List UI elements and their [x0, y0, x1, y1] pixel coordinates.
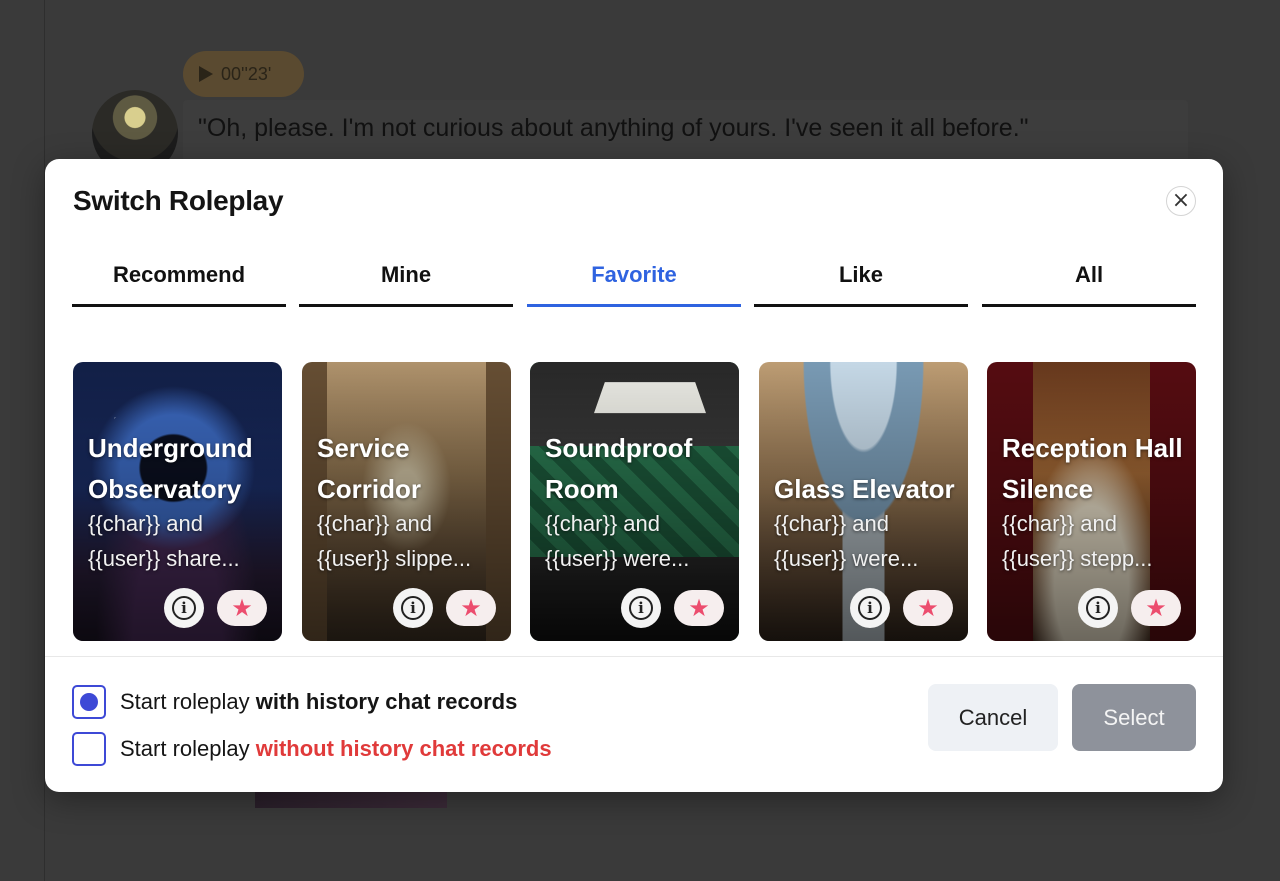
star-icon: ★: [917, 594, 939, 622]
with-history-emphasis: with history chat records: [255, 689, 518, 714]
tab-recommend[interactable]: Recommend: [72, 254, 286, 307]
play-icon: [199, 66, 213, 82]
info-button[interactable]: i: [1078, 588, 1118, 628]
with-history-prefix: Start roleplay: [120, 689, 256, 714]
tab-favorite[interactable]: Favorite: [527, 254, 741, 307]
roleplay-card-underground-observatory[interactable]: Underground Observatory {{char}} and {{u…: [73, 362, 282, 641]
dialog-title: Switch Roleplay: [73, 185, 284, 216]
star-icon: ★: [231, 594, 253, 622]
card-description-line: {{user}} were...: [545, 546, 690, 571]
tab-mine[interactable]: Mine: [299, 254, 513, 307]
roleplay-card-service-corridor[interactable]: Service Corridor {{char}} and {{user}} s…: [302, 362, 511, 641]
card-description-line: {{user}} stepp...: [1002, 546, 1153, 571]
favorite-button[interactable]: ★: [674, 590, 724, 626]
with-history-checkbox[interactable]: [72, 685, 106, 719]
roleplay-card-soundproof-room[interactable]: Soundproof Room {{char}} and {{user}} we…: [530, 362, 739, 641]
card-title: Soundproof Room: [545, 433, 693, 504]
star-icon: ★: [1145, 594, 1167, 622]
tab-all[interactable]: All: [982, 254, 1196, 307]
cancel-button[interactable]: Cancel: [928, 684, 1058, 751]
info-icon: i: [401, 596, 425, 620]
with-history-label: Start roleplay with history chat records: [120, 689, 517, 715]
message-text: "Oh, please. I'm not curious about anyth…: [198, 114, 1029, 142]
card-title: Reception Hall Silence: [1002, 433, 1183, 504]
card-description-line: {{char}} and: [545, 511, 661, 536]
without-history-checkbox[interactable]: [72, 732, 106, 766]
option-without-history[interactable]: Start roleplay without history chat reco…: [72, 732, 552, 766]
roleplay-card-reception-hall-silence[interactable]: Reception Hall Silence {{char}} and {{us…: [987, 362, 1196, 641]
star-icon: ★: [460, 594, 482, 622]
info-icon: i: [1086, 596, 1110, 620]
card-description: {{char}} and {{user}} were...: [774, 506, 959, 576]
card-description-line: {{char}} and: [88, 511, 204, 536]
star-icon: ★: [688, 594, 710, 622]
card-description-line: {{user}} were...: [774, 546, 919, 571]
audio-duration: 00''23': [221, 63, 272, 84]
card-description: {{char}} and {{user}} were...: [545, 506, 730, 576]
favorite-button[interactable]: ★: [217, 590, 267, 626]
roleplay-card-list: Underground Observatory {{char}} and {{u…: [73, 362, 1197, 641]
info-icon: i: [629, 596, 653, 620]
card-description: {{char}} and {{user}} stepp...: [1002, 506, 1187, 576]
card-description-line: {{user}} share...: [88, 546, 240, 571]
without-history-label: Start roleplay without history chat reco…: [120, 736, 552, 762]
info-button[interactable]: i: [621, 588, 661, 628]
switch-roleplay-dialog: Switch Roleplay × Recommend Mine Favorit…: [45, 159, 1223, 792]
card-title: Glass Elevator: [774, 474, 955, 504]
favorite-button[interactable]: ★: [446, 590, 496, 626]
card-description-line: {{user}} slippe...: [317, 546, 472, 571]
checkbox-checked-dot: [80, 693, 98, 711]
option-with-history[interactable]: Start roleplay with history chat records: [72, 685, 517, 719]
footer-divider: [45, 656, 1223, 657]
select-button[interactable]: Select: [1072, 684, 1196, 751]
tab-bar: Recommend Mine Favorite Like All: [72, 254, 1196, 308]
card-title: Underground Observatory: [88, 433, 253, 504]
info-button[interactable]: i: [850, 588, 890, 628]
favorite-button[interactable]: ★: [1131, 590, 1181, 626]
info-button[interactable]: i: [164, 588, 204, 628]
tab-like[interactable]: Like: [754, 254, 968, 307]
info-icon: i: [172, 596, 196, 620]
card-description-line: {{char}} and: [317, 511, 433, 536]
close-icon[interactable]: ×: [1166, 186, 1196, 216]
card-description: {{char}} and {{user}} share...: [88, 506, 273, 576]
roleplay-card-glass-elevator[interactable]: Glass Elevator {{char}} and {{user}} wer…: [759, 362, 968, 641]
without-history-prefix: Start roleplay: [120, 736, 256, 761]
without-history-emphasis: without history chat records: [255, 736, 552, 761]
info-icon: i: [858, 596, 882, 620]
audio-play-button[interactable]: 00''23': [183, 51, 304, 97]
card-description-line: {{char}} and: [1002, 511, 1118, 536]
card-title: Service Corridor: [317, 433, 421, 504]
card-description: {{char}} and {{user}} slippe...: [317, 506, 502, 576]
card-description-line: {{char}} and: [774, 511, 890, 536]
favorite-button[interactable]: ★: [903, 590, 953, 626]
info-button[interactable]: i: [393, 588, 433, 628]
